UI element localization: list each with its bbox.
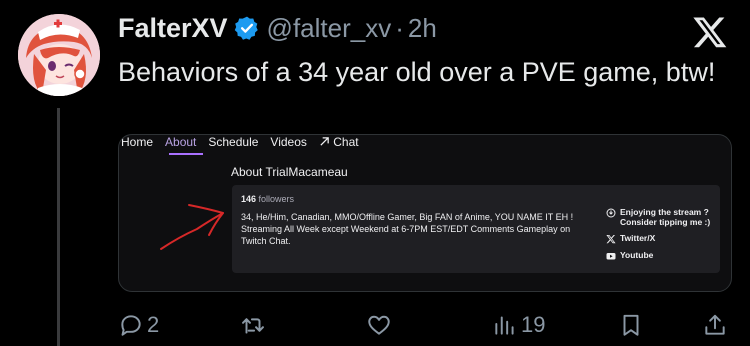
followers-label: followers	[258, 194, 295, 204]
tab-schedule[interactable]: Schedule	[208, 135, 258, 153]
channel-links: Enjoying the stream ? Consider tipping m…	[606, 207, 716, 267]
handle[interactable]: @falter_xv	[267, 13, 392, 44]
timestamp[interactable]: 2h	[408, 13, 437, 44]
action-bar: 2 19	[118, 310, 730, 340]
tip-icon	[606, 208, 616, 218]
tab-videos[interactable]: Videos	[270, 135, 306, 153]
reply-button[interactable]: 2	[118, 310, 159, 340]
channel-tabs: Home About Schedule Videos Chat	[119, 135, 371, 153]
external-arrow-icon	[320, 137, 329, 146]
thread-line	[57, 108, 60, 346]
x-logo-icon[interactable]	[692, 14, 728, 50]
retweet-button[interactable]	[240, 310, 266, 340]
share-button[interactable]	[702, 310, 728, 340]
views-button[interactable]: 19	[492, 310, 545, 340]
like-button[interactable]	[366, 310, 392, 340]
views-count: 19	[521, 312, 546, 337]
tweet-header: FalterXV @falter_xv · 2h	[118, 12, 437, 44]
tab-chat[interactable]: Chat	[319, 135, 359, 153]
active-tab-indicator	[169, 153, 203, 155]
twitter-link[interactable]: Twitter/X	[606, 233, 716, 244]
bookmark-button[interactable]	[618, 310, 644, 340]
channel-bio: 34, He/Him, Canadian, MMO/Offline Gamer,…	[241, 212, 574, 246]
embedded-image[interactable]: Home About Schedule Videos Chat About Tr…	[118, 134, 732, 292]
twitter-link-label: Twitter/X	[620, 233, 656, 243]
about-panel: 146 followers 34, He/Him, Canadian, MMO/…	[232, 185, 720, 273]
tweet-text: Behaviors of a 34 year old over a PVE ga…	[118, 57, 716, 87]
views-chart-icon	[495, 316, 514, 335]
avatar[interactable]	[18, 14, 100, 96]
youtube-icon	[606, 253, 616, 260]
youtube-link-label: Youtube	[620, 250, 654, 260]
share-icon	[705, 314, 725, 335]
about-title: About TrialMacameau	[231, 165, 348, 179]
retweet-icon	[242, 318, 264, 334]
separator-dot: ·	[395, 12, 404, 43]
tab-chat-label: Chat	[333, 135, 359, 149]
x-icon	[606, 234, 616, 244]
display-name[interactable]: FalterXV	[118, 13, 228, 44]
tip-link-label: Enjoying the stream ? Consider tipping m…	[620, 207, 711, 227]
reply-count: 2	[147, 312, 160, 337]
youtube-link[interactable]: Youtube	[606, 250, 716, 261]
bookmark-icon	[623, 314, 639, 336]
followers-count: 146 followers	[241, 194, 294, 204]
heart-icon	[368, 315, 390, 335]
tab-about[interactable]: About	[165, 135, 196, 153]
reply-icon	[121, 315, 141, 336]
followers-number: 146	[241, 194, 257, 204]
tab-home[interactable]: Home	[121, 135, 153, 153]
tip-link[interactable]: Enjoying the stream ? Consider tipping m…	[606, 207, 716, 227]
verified-badge-icon	[234, 16, 258, 40]
